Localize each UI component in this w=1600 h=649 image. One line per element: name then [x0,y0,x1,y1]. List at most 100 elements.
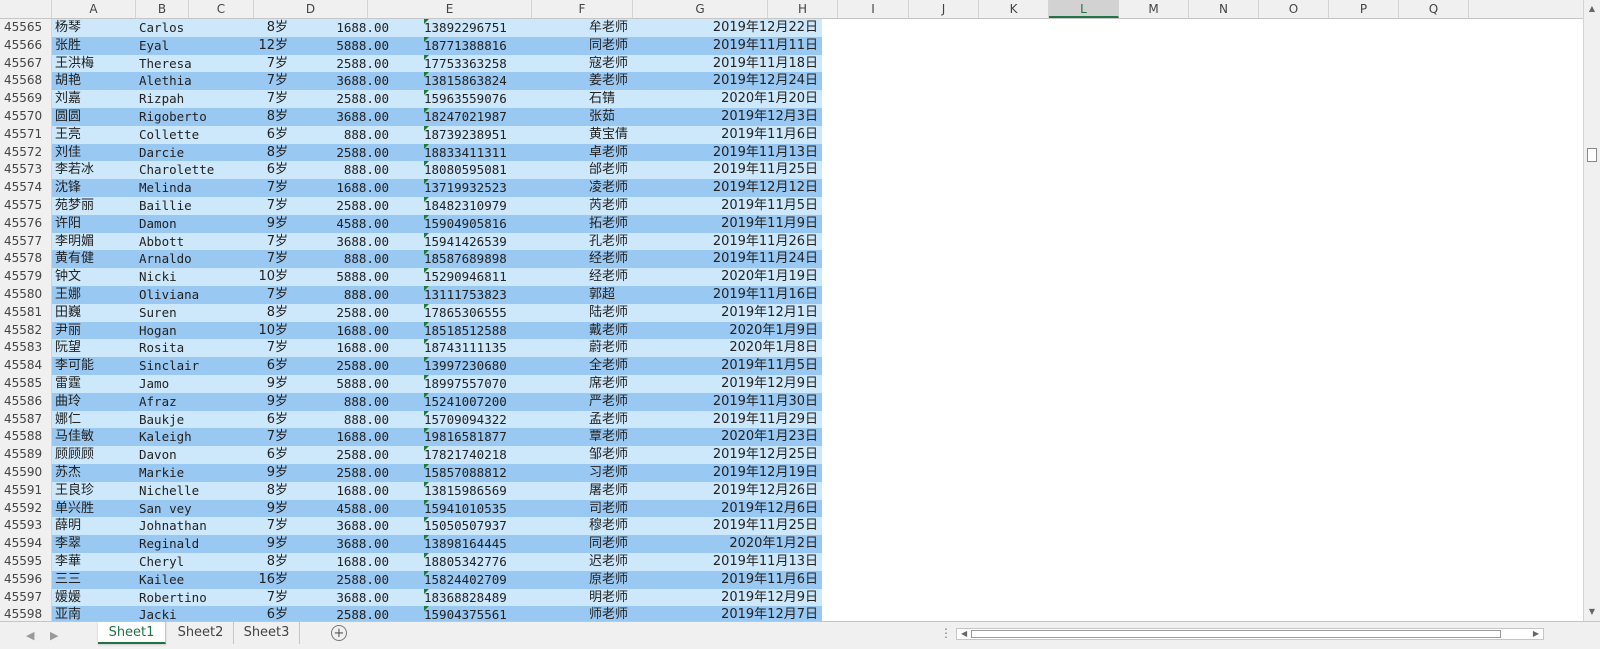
cell-amount[interactable]: 1688.00 [309,428,389,446]
cell-amount[interactable]: 3688.00 [309,535,389,553]
cell-age[interactable]: 8岁 [244,108,288,126]
cell-name-cn[interactable]: 沈锋 [55,179,135,197]
row-number[interactable]: 45590 [0,464,52,482]
cell-name-en[interactable]: Abbott [139,233,239,251]
cell-phone[interactable]: 15941010535 [424,500,544,518]
cell-phone[interactable]: 13997230680 [424,357,544,375]
cell-phone[interactable]: 13892296751 [424,19,544,37]
cell-name-en[interactable]: Baukje [139,411,239,429]
cell-age[interactable]: 8岁 [244,144,288,162]
cell-phone[interactable]: 18080595081 [424,161,544,179]
cell-date[interactable]: 2019年11月30日 [688,393,818,411]
row-number[interactable]: 45583 [0,339,52,358]
cell-amount[interactable]: 4588.00 [309,215,389,233]
row-number[interactable]: 45565 [0,19,52,37]
cell-date[interactable]: 2019年11月13日 [688,553,818,571]
cell-date[interactable]: 2019年11月25日 [688,517,818,535]
cell-name-en[interactable]: Afraz [139,393,239,411]
cell-name-en[interactable]: Kaleigh [139,428,239,446]
row-number[interactable]: 45575 [0,197,52,215]
cell-age[interactable]: 7岁 [244,517,288,535]
cell-amount[interactable]: 3688.00 [309,233,389,251]
cell-phone[interactable]: 18247021987 [424,108,544,126]
cell-name-en[interactable]: Jacki [139,606,239,621]
row-number[interactable]: 45578 [0,250,52,269]
cell-age[interactable]: 8岁 [244,19,288,37]
cell-date[interactable]: 2019年12月3日 [688,108,818,126]
row-number[interactable]: 45594 [0,535,52,553]
cell-name-cn[interactable]: 李若冰 [55,161,135,179]
cell-name-en[interactable]: Rosita [139,339,239,357]
row-number[interactable]: 45574 [0,179,52,197]
cell-name-en[interactable]: San vey [139,500,239,518]
cell-date[interactable]: 2019年11月18日 [688,55,818,73]
select-all-corner[interactable] [0,0,52,18]
cell-amount[interactable]: 1688.00 [309,553,389,571]
cell-teacher[interactable]: 芮老师 [589,197,679,215]
cell-phone[interactable]: 13815863824 [424,72,544,90]
cell-phone[interactable]: 18518512588 [424,322,544,340]
cell-age[interactable]: 9岁 [244,535,288,553]
add-sheet-button[interactable]: + [331,625,347,641]
cell-phone[interactable]: 15709094322 [424,411,544,429]
tab-prev-icon[interactable]: ◀ [26,629,34,642]
cell-amount[interactable]: 888.00 [309,250,389,268]
cell-teacher[interactable]: 张茹 [589,108,679,126]
cell-amount[interactable]: 2588.00 [309,197,389,215]
cell-amount[interactable]: 888.00 [309,161,389,179]
row-number[interactable]: 45589 [0,446,52,464]
cell-age[interactable]: 12岁 [244,37,288,55]
row-number[interactable]: 45582 [0,321,52,340]
cell-name-en[interactable]: Melinda [139,179,239,197]
scroll-right-icon[interactable]: ▶ [1533,629,1539,639]
row-number[interactable]: 45588 [0,428,52,447]
cell-date[interactable]: 2019年11月6日 [688,571,818,589]
cell-date[interactable]: 2019年12月9日 [688,589,818,607]
cell-age[interactable]: 7岁 [244,233,288,251]
cell-age[interactable]: 7岁 [244,90,288,108]
cell-amount[interactable]: 3688.00 [309,72,389,90]
cell-phone[interactable]: 18743111135 [424,339,544,357]
cell-name-cn[interactable]: 圆圆 [55,108,135,126]
cell-teacher[interactable]: 牟老师 [589,19,679,37]
cell-amount[interactable]: 3688.00 [309,517,389,535]
cell-date[interactable]: 2019年11月13日 [688,144,818,162]
row-number[interactable]: 45581 [0,303,52,322]
row-number[interactable]: 45598 [0,606,52,621]
row-number[interactable]: 45584 [0,357,52,375]
cell-age[interactable]: 6岁 [244,411,288,429]
cell-amount[interactable]: 2588.00 [309,464,389,482]
cell-name-en[interactable]: Sinclair [139,357,239,375]
row-number[interactable]: 45570 [0,108,52,126]
split-handle-icon[interactable]: ⋮ [940,626,952,640]
cell-date[interactable]: 2019年11月25日 [688,161,818,179]
cell-name-en[interactable]: Eyal [139,37,239,55]
cell-age[interactable]: 9岁 [244,500,288,518]
cell-amount[interactable]: 5888.00 [309,37,389,55]
row-number[interactable]: 45576 [0,214,52,233]
cell-amount[interactable]: 2588.00 [309,55,389,73]
cell-name-cn[interactable]: 阮望 [55,339,135,357]
cell-name-en[interactable]: Charolette [139,161,239,179]
cell-age[interactable]: 9岁 [244,215,288,233]
cell-age[interactable]: 7岁 [244,55,288,73]
cell-date[interactable]: 2019年12月26日 [688,482,818,500]
cell-age[interactable]: 6岁 [244,161,288,179]
cell-teacher[interactable]: 屠老师 [589,482,679,500]
cell-amount[interactable]: 3688.00 [309,589,389,607]
column-header-c[interactable]: C [189,0,254,18]
row-number[interactable]: 45592 [0,499,52,518]
row-number[interactable]: 45571 [0,125,52,144]
cell-teacher[interactable]: 凌老师 [589,179,679,197]
cell-teacher[interactable]: 原老师 [589,571,679,589]
cell-name-en[interactable]: Darcie [139,144,239,162]
cell-age[interactable]: 10岁 [244,322,288,340]
cell-name-cn[interactable]: 王娜 [55,286,135,304]
cell-name-en[interactable]: Oliviana [139,286,239,304]
cell-amount[interactable]: 2588.00 [309,446,389,464]
cell-phone[interactable]: 18771388816 [424,37,544,55]
cell-amount[interactable]: 888.00 [309,393,389,411]
cell-date[interactable]: 2019年12月19日 [688,464,818,482]
cell-phone[interactable]: 18805342776 [424,553,544,571]
column-header-e[interactable]: E [368,0,532,18]
